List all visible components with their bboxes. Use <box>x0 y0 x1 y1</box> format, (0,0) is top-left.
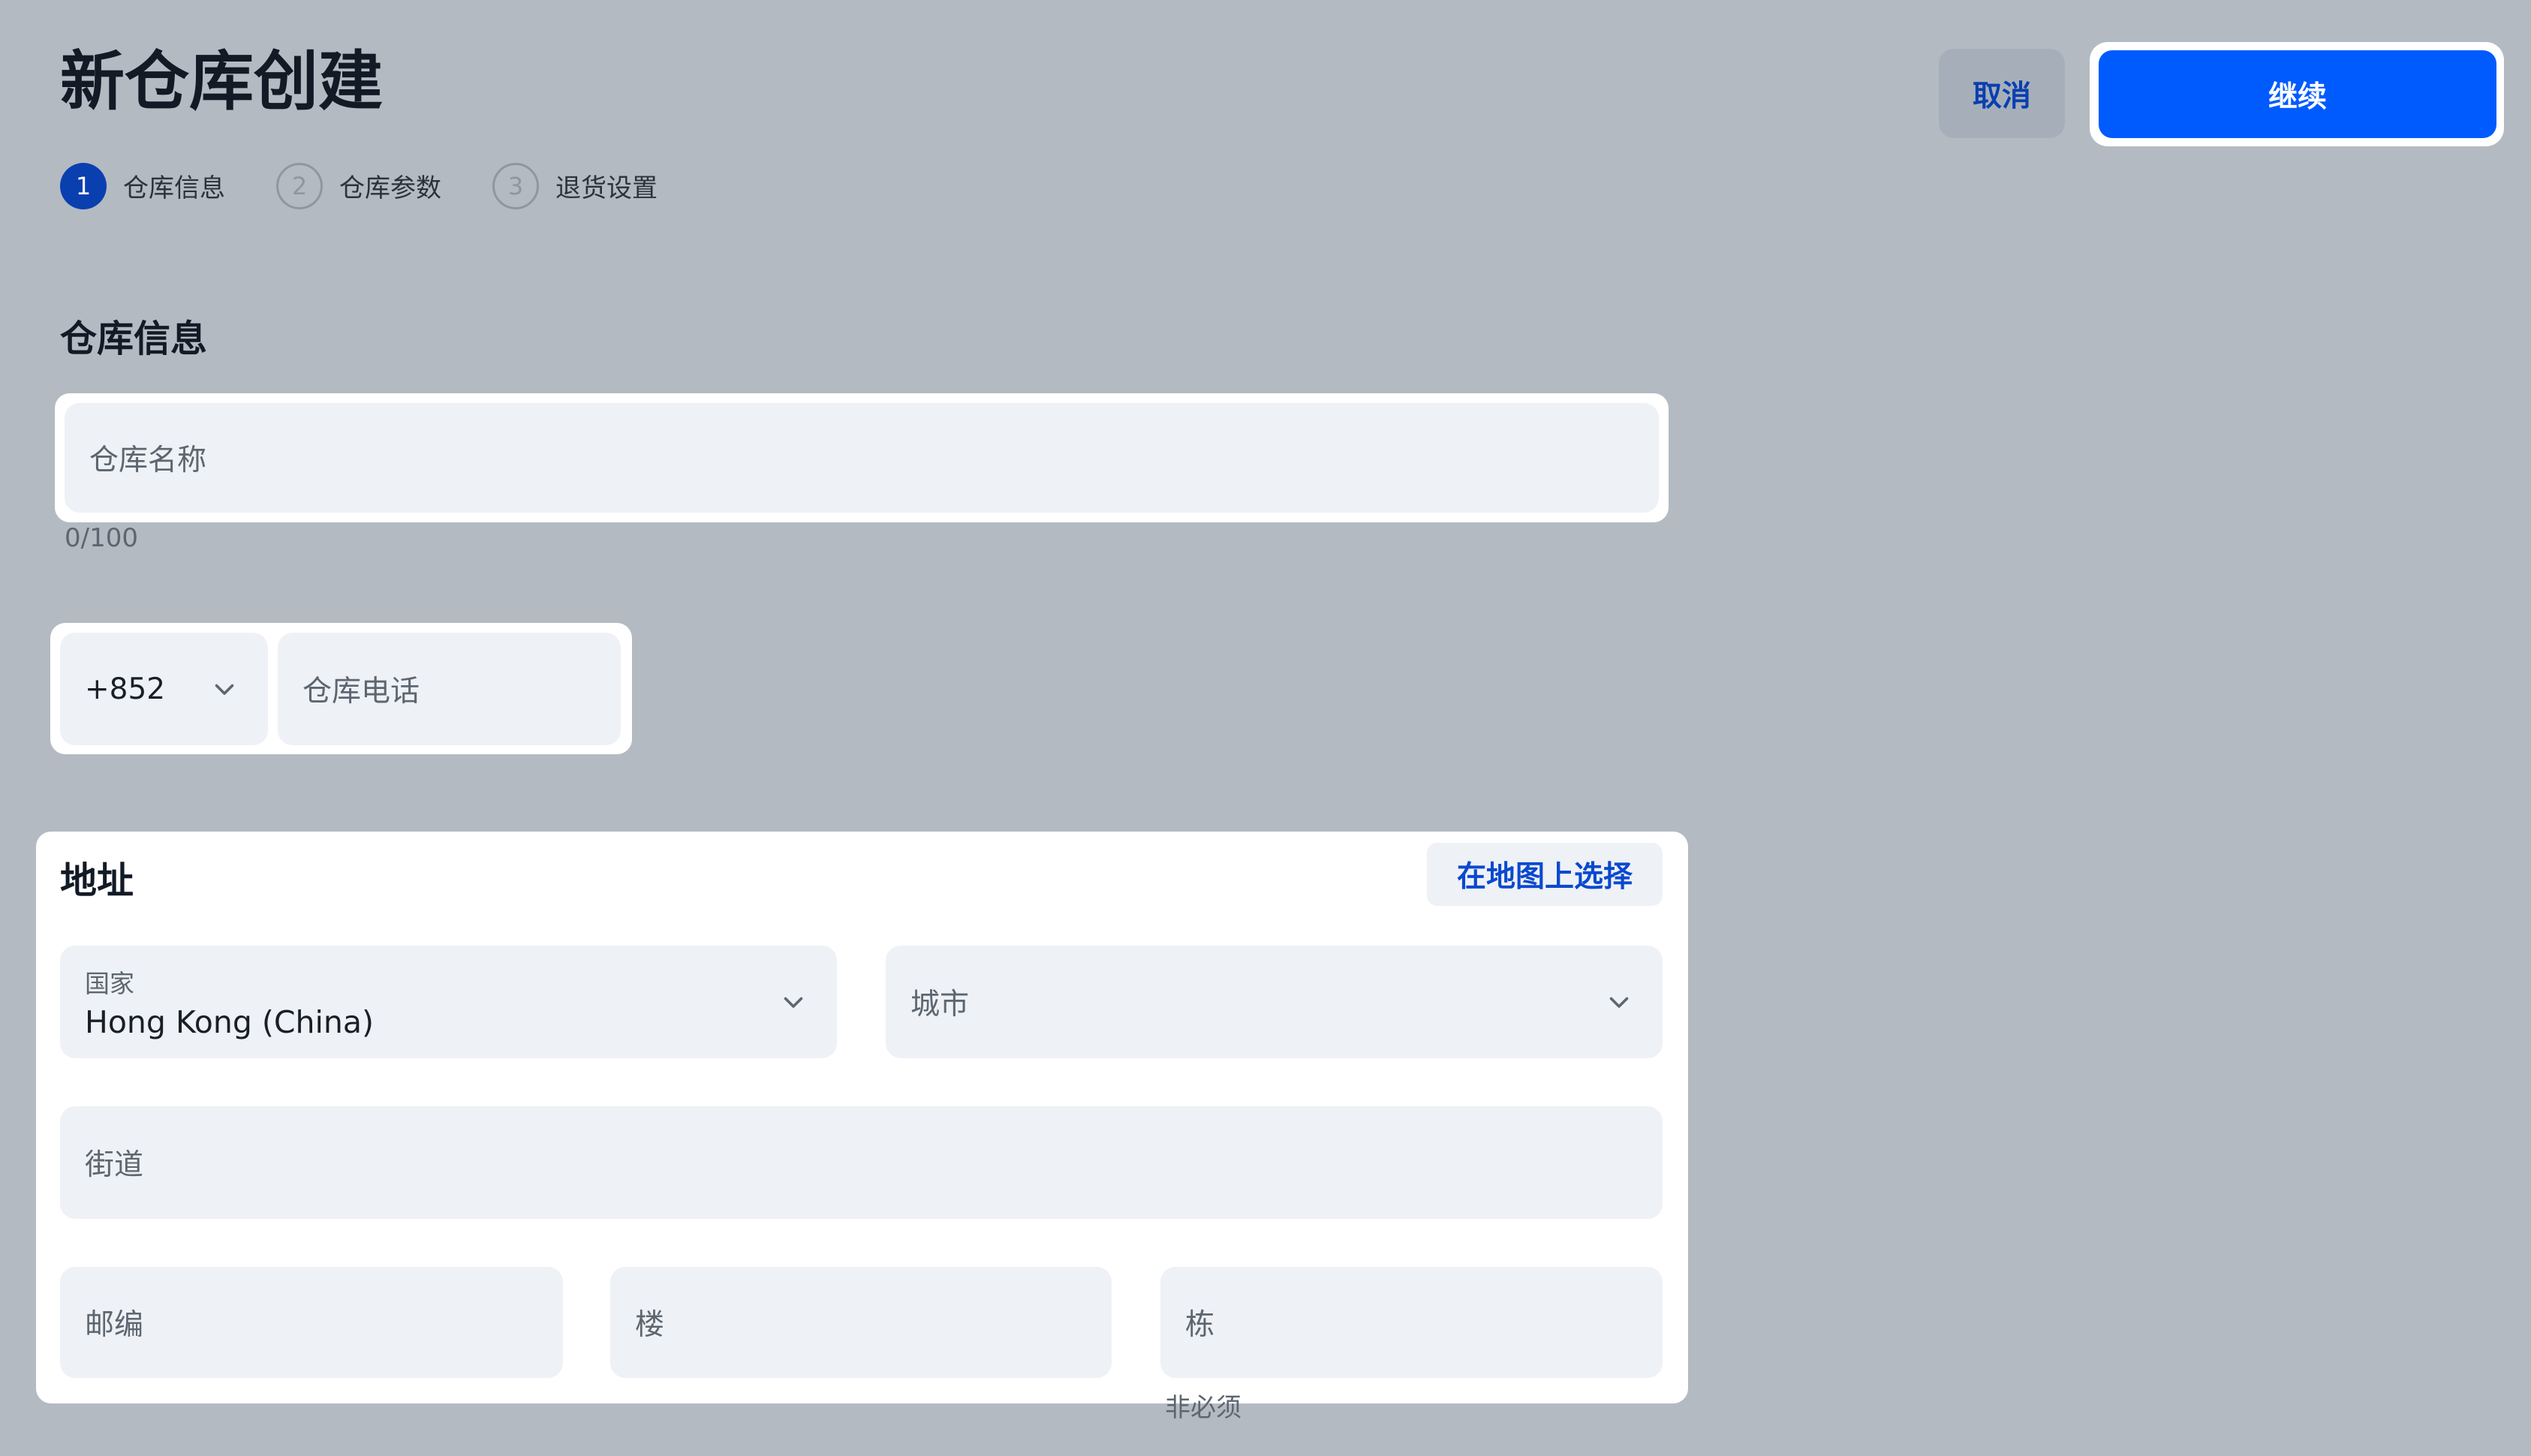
floor-placeholder: 楼 <box>635 1308 665 1342</box>
step-label: 退货设置 <box>555 173 658 203</box>
warehouse-phone-placeholder: 仓库电话 <box>302 675 420 708</box>
country-select[interactable]: 国家 Hong Kong (China) <box>60 946 837 1058</box>
street-input[interactable]: 街道 <box>60 1106 1663 1219</box>
address-title: 地址 <box>60 859 134 902</box>
step-number: 3 <box>492 162 539 209</box>
floor-input[interactable]: 楼 <box>610 1267 1112 1378</box>
warehouse-name-input[interactable]: 仓库名称 <box>65 403 1659 513</box>
step-warehouse-params[interactable]: 2 仓库参数 <box>276 161 441 210</box>
chevron-down-icon <box>215 684 234 695</box>
building-input[interactable]: 栋 <box>1160 1267 1663 1378</box>
city-select[interactable]: 城市 <box>886 946 1663 1058</box>
step-return-settings[interactable]: 3 退货设置 <box>492 161 658 210</box>
step-number: 2 <box>276 162 323 209</box>
street-placeholder: 街道 <box>85 1148 144 1182</box>
continue-button[interactable]: 继续 <box>2099 50 2496 138</box>
country-value: Hong Kong (China) <box>85 1004 375 1040</box>
step-number: 1 <box>60 162 107 209</box>
warehouse-phone-input[interactable]: 仓库电话 <box>278 633 621 745</box>
chevron-down-icon <box>1609 997 1629 1008</box>
phone-code-select[interactable]: +852 <box>60 633 268 745</box>
step-label: 仓库参数 <box>339 173 441 203</box>
section-title-warehouse-info: 仓库信息 <box>60 317 208 360</box>
country-label: 国家 <box>85 969 134 998</box>
step-warehouse-info[interactable]: 1 仓库信息 <box>60 161 225 210</box>
postal-code-placeholder: 邮编 <box>85 1308 144 1342</box>
city-placeholder: 城市 <box>910 988 970 1021</box>
postal-code-input[interactable]: 邮编 <box>60 1267 563 1378</box>
step-label: 仓库信息 <box>123 173 225 203</box>
select-on-map-button[interactable]: 在地图上选择 <box>1427 843 1663 906</box>
building-optional-hint: 非必须 <box>1165 1393 1241 1423</box>
building-placeholder: 栋 <box>1185 1308 1215 1342</box>
chevron-down-icon <box>784 997 803 1008</box>
character-counter: 0/100 <box>65 523 138 553</box>
warehouse-name-placeholder: 仓库名称 <box>89 444 207 477</box>
page-title: 新仓库创建 <box>60 44 383 119</box>
cancel-button[interactable]: 取消 <box>1939 49 2065 138</box>
phone-code-value: +852 <box>85 672 166 706</box>
